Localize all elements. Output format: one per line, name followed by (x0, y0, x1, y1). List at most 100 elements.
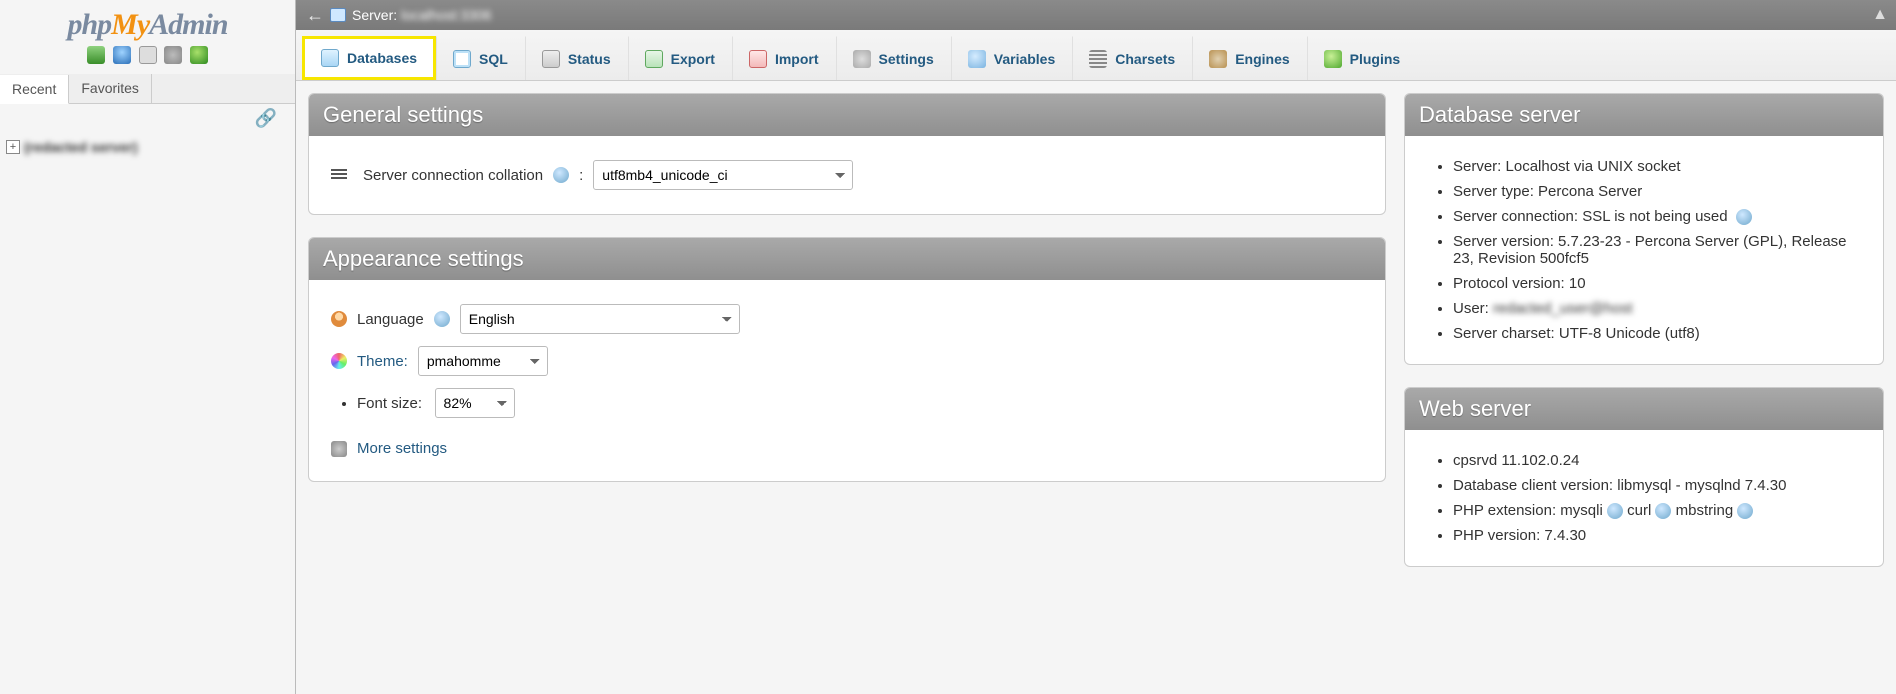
appearance-settings-heading: Appearance settings (309, 238, 1385, 280)
reload-icon[interactable] (190, 46, 208, 64)
web-server-panel: Web server cpsrvd 11.102.0.24 Database c… (1404, 387, 1884, 567)
database-tree: + (redacted server) (0, 133, 295, 161)
right-column: Database server Server: Localhost via UN… (1404, 93, 1884, 567)
list-icon (331, 169, 347, 181)
sidebar-quick-icons (0, 44, 295, 70)
theme-icon (331, 353, 347, 369)
link-icon[interactable]: 🔗 (0, 104, 295, 133)
collation-select[interactable]: utf8mb4_unicode_ci (593, 160, 853, 190)
theme-label[interactable]: Theme: (357, 353, 408, 370)
more-settings-row: More settings (331, 434, 1363, 463)
tree-root-row[interactable]: + (redacted server) (6, 137, 289, 157)
nav-settings-icon[interactable] (164, 46, 182, 64)
db-info-item: Server version: 5.7.23-23 - Percona Serv… (1453, 229, 1861, 271)
main-tabs: Databases SQL Status Export Import Setti… (296, 30, 1896, 81)
server-prefix: Server: (352, 7, 397, 23)
web-info-item: PHP extension: mysqli curl mbstring (1453, 498, 1861, 523)
logo-part-php: php (67, 8, 111, 41)
tab-variables[interactable]: Variables (951, 36, 1073, 80)
back-icon[interactable]: ← (304, 5, 326, 26)
settings-icon (853, 50, 871, 68)
sidebar-tab-favorites[interactable]: Favorites (69, 74, 152, 103)
tab-label: SQL (479, 51, 508, 67)
server-name: localhost:3306 (401, 7, 491, 23)
main-area: ← Server: localhost:3306 ▲ Databases SQL… (296, 0, 1896, 694)
tab-label: Import (775, 51, 819, 67)
general-settings-heading: General settings (309, 94, 1385, 136)
db-info-item: Server charset: UTF-8 Unicode (utf8) (1453, 321, 1861, 346)
web-info-item: Database client version: libmysql - mysq… (1453, 473, 1861, 498)
tab-label: Settings (879, 51, 934, 67)
tab-export[interactable]: Export (628, 36, 732, 80)
tab-label: Charsets (1115, 51, 1175, 67)
theme-row: Theme: pmahomme (331, 340, 1363, 382)
collapse-icon[interactable]: ▲ (1872, 6, 1888, 24)
tab-settings[interactable]: Settings (836, 36, 951, 80)
web-server-heading: Web server (1405, 388, 1883, 430)
database-server-heading: Database server (1405, 94, 1883, 136)
help-icon[interactable] (553, 167, 569, 183)
content-area: General settings Server connection colla… (296, 81, 1896, 579)
logo-part-admin: Admin (149, 8, 227, 41)
db-user-value: redacted_user@host (1493, 300, 1632, 317)
sql-icon (453, 50, 471, 68)
more-settings-link[interactable]: More settings (357, 440, 447, 457)
tab-label: Engines (1235, 51, 1289, 67)
logo-part-my: My (111, 8, 149, 41)
wrench-icon (331, 441, 347, 457)
fontsize-select[interactable]: 82% (435, 388, 515, 418)
query-window-icon[interactable] (139, 46, 157, 64)
fontsize-label: Font size: (357, 395, 422, 412)
tab-engines[interactable]: Engines (1192, 36, 1306, 80)
tab-databases[interactable]: Databases (302, 36, 436, 80)
tab-label: Plugins (1350, 51, 1401, 67)
app-logo: phpMyAdmin (0, 0, 295, 44)
db-info-item: Server type: Percona Server (1453, 179, 1861, 204)
databases-icon (321, 49, 339, 67)
docs-icon[interactable] (113, 46, 131, 64)
tab-label: Export (671, 51, 715, 67)
language-icon (331, 311, 347, 327)
tab-sql[interactable]: SQL (436, 36, 525, 80)
language-label: Language (357, 311, 424, 328)
plugins-icon (1324, 50, 1342, 68)
tab-charsets[interactable]: Charsets (1072, 36, 1192, 80)
expand-icon[interactable]: + (6, 140, 20, 154)
language-row: Language English (331, 298, 1363, 340)
tab-label: Variables (994, 51, 1056, 67)
collation-label: Server connection collation (363, 167, 543, 184)
db-info-item: User: redacted_user@host (1453, 296, 1861, 321)
fontsize-row: Font size: 82% (357, 382, 1363, 424)
db-info-item: Server connection: SSL is not being used (1453, 204, 1861, 229)
tab-status[interactable]: Status (525, 36, 628, 80)
import-icon (749, 50, 767, 68)
server-icon (330, 8, 346, 22)
variables-icon (968, 50, 986, 68)
help-icon[interactable] (434, 311, 450, 327)
language-select[interactable]: English (460, 304, 740, 334)
tab-plugins[interactable]: Plugins (1307, 36, 1418, 80)
charsets-icon (1089, 50, 1107, 68)
db-info-item: Protocol version: 10 (1453, 271, 1861, 296)
engines-icon (1209, 50, 1227, 68)
tab-import[interactable]: Import (732, 36, 836, 80)
database-server-panel: Database server Server: Localhost via UN… (1404, 93, 1884, 365)
web-info-item: PHP version: 7.4.30 (1453, 523, 1861, 548)
help-icon[interactable] (1607, 503, 1623, 519)
sidebar-tabs: Recent Favorites (0, 74, 295, 104)
web-info-item: cpsrvd 11.102.0.24 (1453, 448, 1861, 473)
collation-row: Server connection collation : utf8mb4_un… (331, 154, 1363, 196)
sidebar-tab-recent[interactable]: Recent (0, 75, 69, 104)
help-icon[interactable] (1736, 209, 1752, 225)
breadcrumb-bar: ← Server: localhost:3306 ▲ (296, 0, 1896, 30)
general-settings-panel: General settings Server connection colla… (308, 93, 1386, 215)
export-icon (645, 50, 663, 68)
status-icon (542, 50, 560, 68)
db-info-item: Server: Localhost via UNIX socket (1453, 154, 1861, 179)
help-icon[interactable] (1655, 503, 1671, 519)
help-icon[interactable] (1737, 503, 1753, 519)
theme-select[interactable]: pmahomme (418, 346, 548, 376)
home-icon[interactable] (87, 46, 105, 64)
appearance-settings-panel: Appearance settings Language English The… (308, 237, 1386, 482)
left-column: General settings Server connection colla… (308, 93, 1386, 482)
